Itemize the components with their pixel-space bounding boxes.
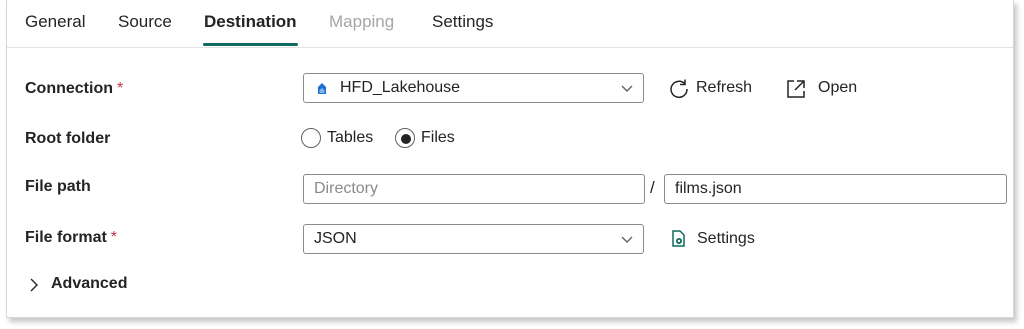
radio-files-label: Files [421,129,455,146]
chevron-down-icon [621,85,633,92]
format-settings-button[interactable]: Settings [669,229,764,253]
connection-label: Connection * [25,80,123,98]
connection-value: HFD_Lakehouse [340,79,461,96]
directory-input[interactable] [303,174,645,204]
tab-settings[interactable]: Settings [432,12,493,32]
radio-circle [395,128,415,148]
chevron-down-icon [621,236,633,243]
required-marker: * [110,229,118,246]
advanced-toggle[interactable]: Advanced [29,275,139,297]
format-settings-label: Settings [697,230,755,247]
tab-general[interactable]: General [25,12,85,32]
refresh-label: Refresh [696,79,753,96]
file-format-dropdown[interactable]: JSON [303,224,644,254]
radio-files[interactable]: Files [395,128,465,150]
file-format-label: File format * [25,229,117,247]
refresh-icon [670,79,688,98]
tab-source[interactable]: Source [118,12,172,32]
radio-selected-dot [401,134,411,144]
file-format-label-text: File format [25,229,107,246]
file-format-value: JSON [314,230,357,247]
tab-bar: General Source Destination Mapping Setti… [7,0,1013,48]
lakehouse-icon [318,83,326,94]
destination-panel: General Source Destination Mapping Setti… [6,0,1014,318]
tab-mapping: Mapping [329,12,395,31]
refresh-button[interactable]: Refresh [668,78,758,102]
connection-label-text: Connection [25,80,113,97]
chevron-right-icon [30,278,38,292]
open-external-icon [787,80,805,98]
file-path-label: File path [25,178,91,195]
connection-dropdown[interactable]: HFD_Lakehouse [303,73,644,103]
radio-tables[interactable]: Tables [301,128,381,150]
tab-destination[interactable]: Destination [204,12,297,32]
advanced-label: Advanced [51,275,128,292]
radio-circle [301,128,321,148]
path-separator: / [650,178,655,197]
required-marker: * [117,80,124,97]
active-tab-indicator [203,43,298,46]
document-settings-icon [672,230,685,247]
open-label: Open [818,79,858,96]
file-name-input[interactable] [664,174,1007,204]
root-folder-label: Root folder [25,130,111,147]
open-button[interactable]: Open [785,78,865,102]
radio-tables-label: Tables [327,129,374,146]
